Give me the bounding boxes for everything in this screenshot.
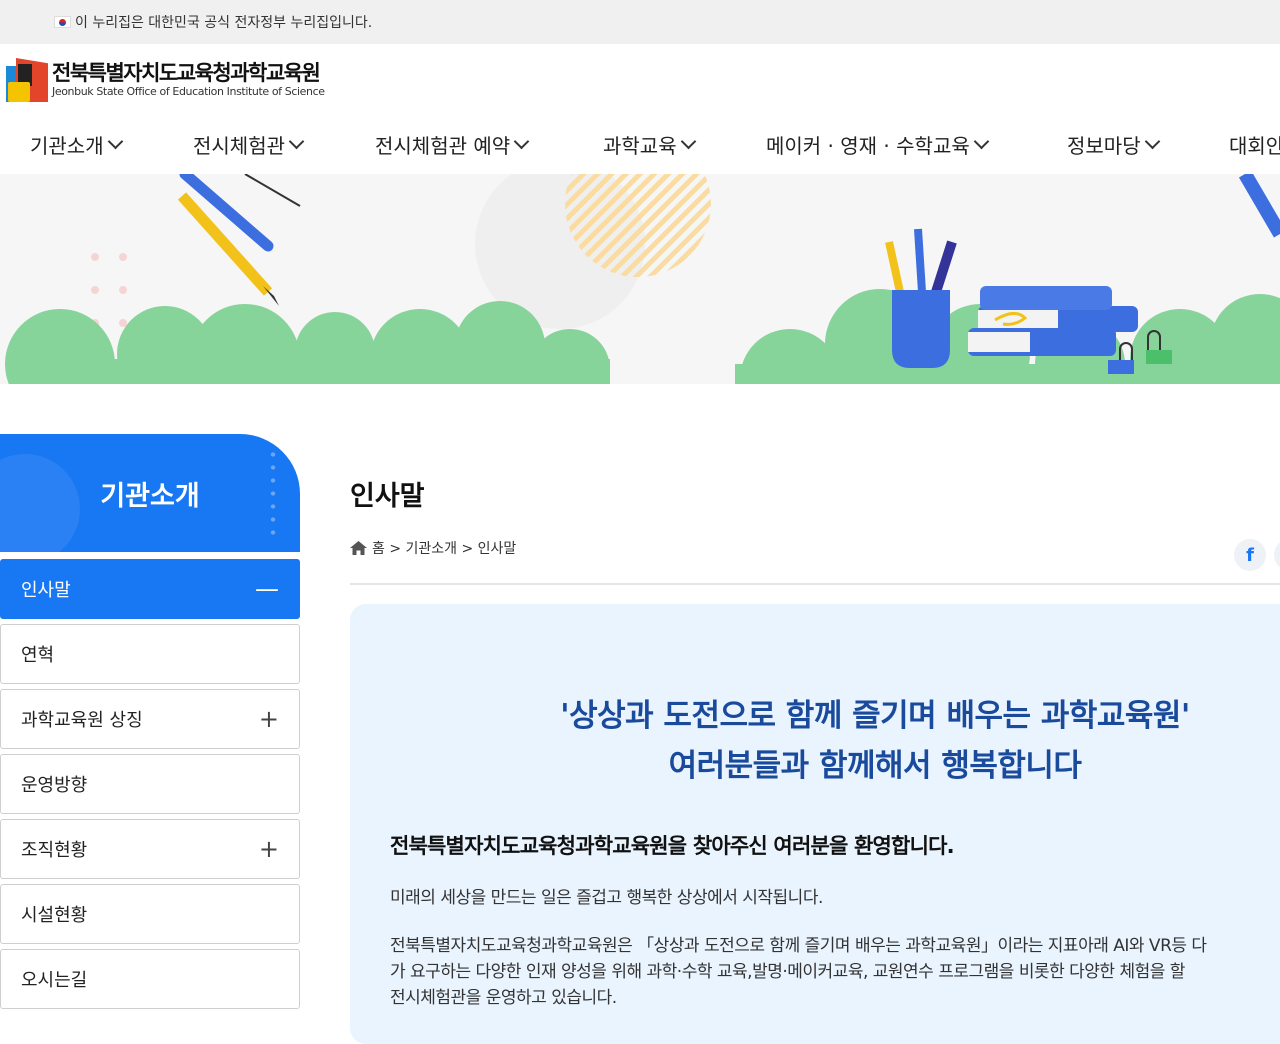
share-icon[interactable] <box>1274 539 1280 571</box>
nav-item-exhibition[interactable]: 전시체험관 <box>193 130 305 159</box>
sidebar-item-policy[interactable]: 운영방향 <box>0 754 300 814</box>
pencil-icon <box>177 174 279 306</box>
logo-icon <box>6 56 48 104</box>
plus-icon: + <box>258 835 279 863</box>
nav-item-reservation[interactable]: 전시체험관 예약 <box>375 130 530 159</box>
slogan-line1: '상상과 도전으로 함께 즐기며 배우는 과학교육원' <box>560 698 1190 734</box>
nav-item-science-edu[interactable]: 과학교육 <box>603 130 696 159</box>
nav-item-info[interactable]: 정보마당 <box>1067 130 1160 159</box>
greeting-paragraph-1: 미래의 세상을 만드는 일은 즐겁고 행복한 상상에서 시작됩니다. <box>390 888 823 908</box>
page-title: 인사말 <box>350 481 425 512</box>
nav-item-maker[interactable]: 메이커 · 영재 · 수학교육 <box>766 130 990 159</box>
sidebar-title: 기관소개 <box>0 434 300 552</box>
sidebar-item-facilities[interactable]: 시설현황 <box>0 884 300 944</box>
chevron-down-icon <box>288 133 305 150</box>
chevron-down-icon <box>680 133 696 150</box>
sidebar-item-history[interactable]: 연혁 <box>0 624 300 684</box>
nav-item-about[interactable]: 기관소개 <box>30 130 123 159</box>
site-logo[interactable]: 전북특별자치도교육청과학교육원 Jeonbuk State Office of … <box>6 56 325 104</box>
welcome-heading: 전북특별자치도교육청과학교육원을 찾아주신 여러분을 환영합니다. <box>390 834 955 858</box>
chevron-down-icon <box>973 133 990 150</box>
logo-name-en: Jeonbuk State Office of Education Instit… <box>52 85 325 98</box>
sidebar-item-greeting[interactable]: 인사말 — <box>0 559 300 619</box>
nav-item-contest[interactable]: 대회안 <box>1229 130 1280 159</box>
greeting-paragraph-2: 전북특별자치도교육청과학교육원은 「상상과 도전으로 함께 즐기며 배우는 과학… <box>390 936 1207 1008</box>
plus-icon: + <box>258 705 279 733</box>
gov-banner: 이 누리집은 대한민국 공식 전자정부 누리집입니다. <box>0 0 1280 44</box>
sidebar-menu: 인사말 — 연혁 과학교육원 상징 + 운영방향 조직현황 + 시설현황 오시는길 <box>0 559 300 1014</box>
sidebar-item-directions[interactable]: 오시는길 <box>0 949 300 1009</box>
korea-flag-icon <box>54 16 71 28</box>
books-icon <box>968 286 1138 356</box>
header: 전북특별자치도교육청과학교육원 Jeonbuk State Office of … <box>0 44 1280 116</box>
pen-holder-icon <box>885 228 957 368</box>
sidebar-item-symbol[interactable]: 과학교육원 상징 + <box>0 689 300 749</box>
slogan-line2: 여러분들과 함께해서 행복합니다 <box>668 748 1082 784</box>
cloud-left <box>5 301 610 384</box>
main-nav: 기관소개 전시체험관 전시체험관 예약 과학교육 메이커 · 영재 · 수학교육… <box>0 116 1280 174</box>
home-icon[interactable] <box>350 541 367 555</box>
chevron-down-icon <box>513 133 530 150</box>
chevron-down-icon <box>107 133 123 150</box>
minus-icon: — <box>255 575 279 603</box>
logo-name-ko: 전북특별자치도교육청과학교육원 <box>52 61 321 85</box>
facebook-share-icon[interactable]: f <box>1234 539 1266 571</box>
chevron-down-icon <box>1144 133 1160 150</box>
gov-banner-text: 이 누리집은 대한민국 공식 전자정부 누리집입니다. <box>75 15 373 31</box>
sidebar-item-organization[interactable]: 조직현황 + <box>0 819 300 879</box>
ruler-icon <box>244 174 301 207</box>
title-divider <box>350 583 1280 585</box>
breadcrumb: 홈 > 기관소개 > 인사말 <box>350 538 516 558</box>
breadcrumb-text: 홈 > 기관소개 > 인사말 <box>372 541 517 557</box>
sub-visual-banner <box>0 174 1280 384</box>
banner-illustration <box>5 174 1280 384</box>
